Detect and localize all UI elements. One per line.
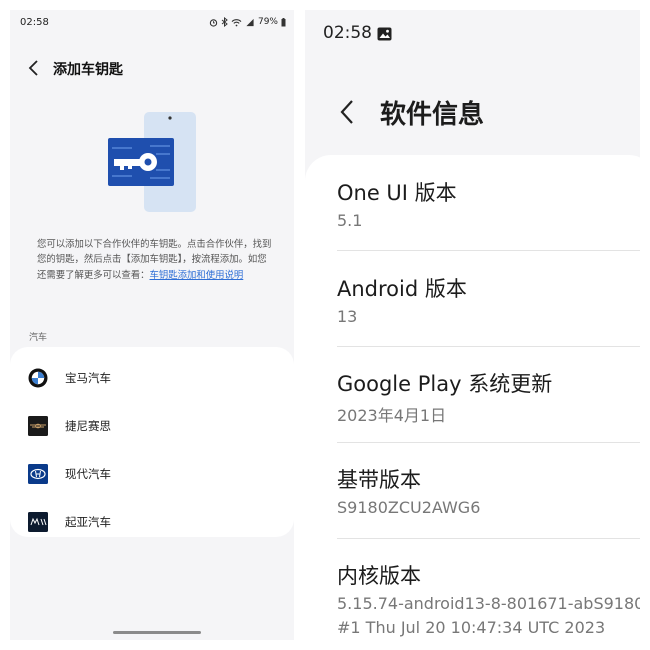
image-notification-icon: [377, 27, 392, 41]
bluetooth-icon: [221, 17, 228, 27]
page-title: 添加车钥匙: [53, 62, 123, 78]
item-title: 内核版本: [337, 564, 421, 588]
brand-name: 现代汽车: [65, 467, 111, 481]
battery-icon: [281, 17, 286, 26]
item-value: S9180ZCU2AWG6: [337, 498, 481, 517]
brand-row-genesis[interactable]: 捷尼赛思: [10, 403, 294, 449]
status-time: 02:58: [20, 17, 49, 28]
add-car-key-screen: 02:58 79% 添加车钥匙 您可以添加以下合作伙伴的车钥匙。点击合作伙伴，找…: [10, 10, 294, 640]
kia-logo-icon: [28, 512, 48, 532]
item-value: 13: [337, 307, 358, 326]
item-value: 2023年4月1日: [337, 406, 447, 425]
description: 您可以添加以下合作伙伴的车钥匙。点击合作伙伴，找到您的钥匙，然后点击【添加车钥匙…: [37, 237, 272, 283]
baseband-version-item[interactable]: 基带版本 S9180ZCU2AWG6: [305, 442, 640, 537]
wifi-icon: [231, 18, 242, 26]
software-info-list: One UI 版本 5.1 Android 版本 13 Google Play …: [305, 155, 640, 640]
item-value-line2: #1 Thu Jul 20 10:47:34 UTC 2023: [337, 618, 606, 637]
brand-row-bmw[interactable]: 宝马汽车: [10, 355, 294, 401]
item-title: Android 版本: [337, 277, 467, 301]
page-title: 软件信息: [380, 100, 485, 130]
brand-name: 宝马汽车: [65, 371, 111, 385]
bmw-logo-icon: [28, 368, 48, 388]
item-title: One UI 版本: [337, 181, 457, 205]
alarm-icon: [209, 18, 218, 27]
one-ui-version-item[interactable]: One UI 版本 5.1: [305, 155, 640, 250]
item-value: 5.15.74-android13-8-801671-abS9180Z: [337, 594, 640, 613]
brand-list: 宝马汽车 捷尼赛思 现代汽车 起亚汽车: [10, 347, 294, 537]
back-arrow-icon[interactable]: [27, 59, 41, 77]
brand-name: 捷尼赛思: [65, 419, 111, 433]
battery-percent: 79%: [257, 17, 278, 27]
item-title: 基带版本: [337, 468, 421, 492]
home-indicator[interactable]: [113, 631, 201, 634]
brand-row-hyundai[interactable]: 现代汽车: [10, 451, 294, 497]
kernel-version-item[interactable]: 内核版本 5.15.74-android13-8-801671-abS9180Z…: [305, 538, 640, 640]
brand-name: 起亚汽车: [65, 515, 111, 529]
item-title: Google Play 系统更新: [337, 372, 553, 396]
car-key-illustration: [108, 112, 196, 212]
genesis-logo-icon: [28, 416, 48, 436]
item-value: 5.1: [337, 211, 363, 230]
software-info-screen: 02:58 软件信息 One UI 版本 5.1 Android 版本 13 G…: [305, 10, 640, 640]
signal-icon: [246, 18, 254, 26]
status-bar: 02:58 79%: [20, 17, 286, 31]
status-icons: 79%: [209, 17, 286, 27]
google-play-update-item[interactable]: Google Play 系统更新 2023年4月1日: [305, 346, 640, 441]
section-label-cars: 汽车: [29, 333, 48, 343]
android-version-item[interactable]: Android 版本 13: [305, 251, 640, 346]
hyundai-logo-icon: [28, 464, 48, 484]
brand-row-kia[interactable]: 起亚汽车: [10, 499, 294, 545]
help-link[interactable]: 车钥匙添加和使用说明: [150, 270, 244, 281]
status-time: 02:58: [323, 23, 372, 43]
back-arrow-icon[interactable]: [339, 99, 355, 125]
